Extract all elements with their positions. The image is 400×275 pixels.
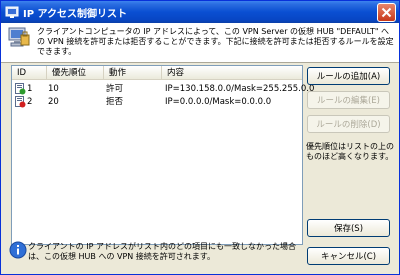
rule-content: IP=130.158.0.0/Mask=255.255.0.0 [165,84,315,94]
window-title: IP アクセス制御リスト [23,9,128,20]
cancel-button[interactable]: キャンセル(C) [307,247,390,265]
description-text: クライアントコンピュータの IP アドレスによって、この VPN Server … [37,27,394,56]
column-header-action[interactable]: 動作 [104,66,162,80]
rule-list[interactable]: ID 優先順位 動作 内容 1 10 許可 IP=130.158.0.0/Mas… [11,65,314,245]
rule-priority: 20 [48,97,59,107]
allow-rule-icon [15,83,26,95]
edit-rule-button[interactable]: ルールの編集(E) [307,91,390,109]
rule-content: IP=0.0.0.0/Mask=0.0.0.0 [165,97,272,107]
rule-id: 2 [27,97,33,107]
rule-priority: 10 [48,84,59,94]
footer-info-text: クライアントの IP アドレスがリスト内のどの項目にも一致しなかった場合は、この… [28,242,296,261]
dialog-window: IP アクセス制御リスト クライアントコンピュータの IP アドレスによって、こ… [0,0,400,275]
column-header-content[interactable]: 内容 [162,66,302,80]
priority-note: 優先順位はリストの上のものほど高くなります。 [306,142,394,161]
info-icon [9,241,27,259]
rule-action: 拒否 [106,97,124,107]
computer-icon [8,27,30,47]
close-icon [381,7,392,18]
app-icon [5,6,19,18]
description-header: クライアントコンピュータの IP アドレスによって、この VPN Server … [1,23,399,63]
close-button[interactable] [377,3,396,22]
add-rule-button[interactable]: ルールの追加(A) [307,67,390,85]
title-bar[interactable]: IP アクセス制御リスト [1,1,399,23]
deny-rule-icon [15,96,26,108]
table-row[interactable]: 2 20 拒否 IP=0.0.0.0/Mask=0.0.0.0 [12,96,302,108]
table-row[interactable]: 1 10 許可 IP=130.158.0.0/Mask=255.255.0.0 [12,83,314,95]
rule-action: 許可 [106,84,124,94]
column-header-priority[interactable]: 優先順位 [47,66,104,80]
delete-rule-button[interactable]: ルールの削除(D) [307,115,390,133]
rule-id: 1 [27,84,33,94]
save-button[interactable]: 保存(S) [307,219,390,237]
column-header-id[interactable]: ID [12,66,47,80]
